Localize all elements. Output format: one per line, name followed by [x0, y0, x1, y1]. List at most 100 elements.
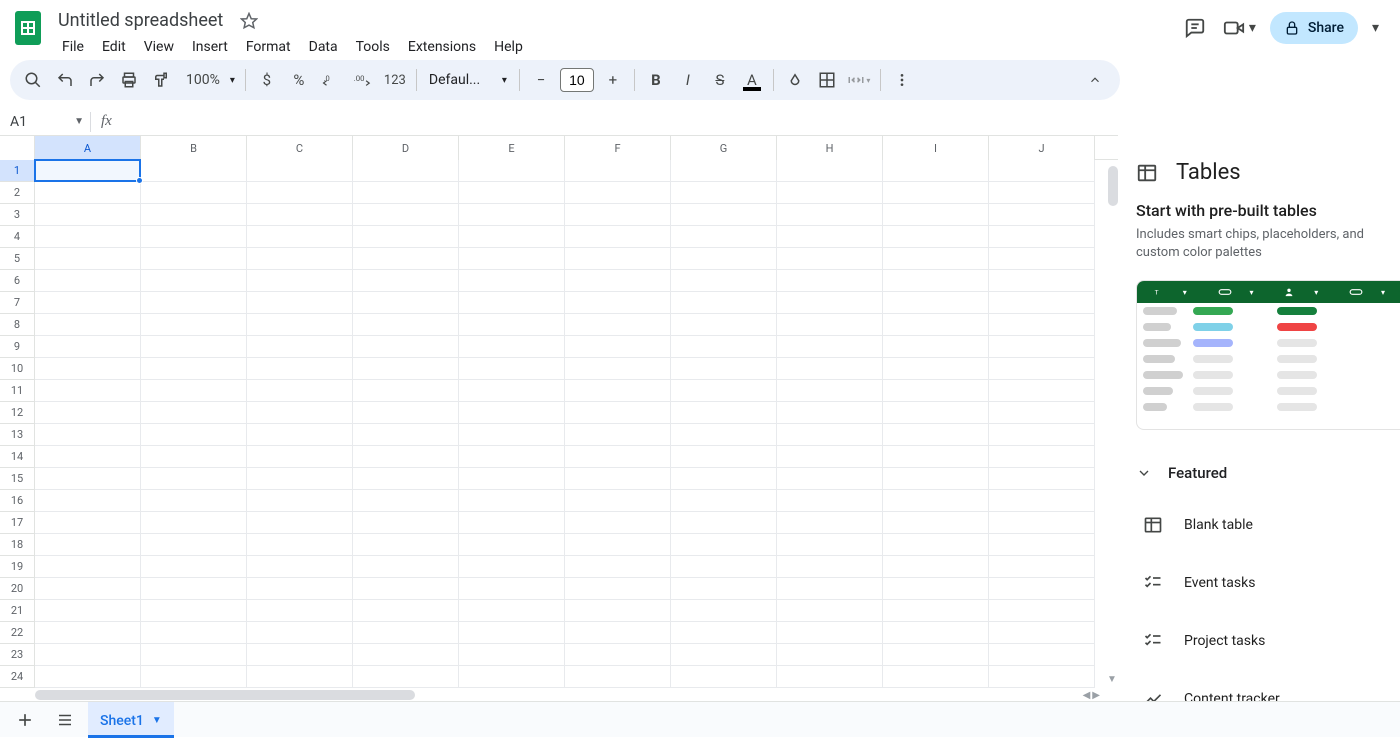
cell[interactable]	[989, 402, 1095, 424]
cell[interactable]	[35, 600, 141, 622]
decrease-font-size-button[interactable]: −	[526, 65, 556, 95]
cell[interactable]	[565, 512, 671, 534]
cell[interactable]	[989, 358, 1095, 380]
cell[interactable]	[247, 336, 353, 358]
cell[interactable]	[353, 468, 459, 490]
cell[interactable]	[353, 512, 459, 534]
cell[interactable]	[459, 644, 565, 666]
col-head[interactable]: B	[141, 136, 247, 160]
percent-format-button[interactable]: %	[284, 65, 314, 95]
cell[interactable]	[883, 292, 989, 314]
cell[interactable]	[883, 380, 989, 402]
collapse-toolbar-icon[interactable]	[1080, 65, 1110, 95]
cell[interactable]	[777, 248, 883, 270]
currency-format-button[interactable]: $	[252, 65, 282, 95]
cell[interactable]	[671, 556, 777, 578]
cell[interactable]	[883, 622, 989, 644]
cell[interactable]	[353, 248, 459, 270]
zoom-dropdown[interactable]: 100% ▾	[178, 65, 239, 95]
cell[interactable]	[459, 204, 565, 226]
cell[interactable]	[35, 402, 141, 424]
cell[interactable]	[353, 314, 459, 336]
cell[interactable]	[777, 380, 883, 402]
fill-color-icon[interactable]	[780, 65, 810, 95]
meet-button[interactable]: ▾	[1223, 17, 1256, 39]
text-color-button[interactable]: A	[737, 65, 767, 95]
cell[interactable]	[883, 666, 989, 688]
redo-icon[interactable]	[82, 65, 112, 95]
row-head[interactable]: 3	[0, 204, 35, 226]
cell[interactable]	[353, 336, 459, 358]
cell[interactable]	[141, 490, 247, 512]
cell[interactable]	[989, 248, 1095, 270]
cell[interactable]	[141, 600, 247, 622]
cell[interactable]	[353, 226, 459, 248]
cell[interactable]	[671, 248, 777, 270]
cell[interactable]	[883, 336, 989, 358]
cell[interactable]	[671, 160, 777, 182]
cell[interactable]	[247, 578, 353, 600]
cell[interactable]	[777, 490, 883, 512]
cell[interactable]	[353, 446, 459, 468]
font-size-input[interactable]	[560, 68, 594, 92]
template-project-tasks[interactable]: Project tasks	[1118, 612, 1400, 670]
cell[interactable]	[459, 292, 565, 314]
scroll-down-arrow-icon[interactable]: ▼	[1106, 673, 1118, 685]
cell[interactable]	[459, 314, 565, 336]
cell[interactable]	[989, 534, 1095, 556]
cell[interactable]	[247, 512, 353, 534]
cell[interactable]	[459, 358, 565, 380]
cell[interactable]	[35, 644, 141, 666]
cell[interactable]	[565, 204, 671, 226]
cell[interactable]	[353, 380, 459, 402]
cell[interactable]	[883, 182, 989, 204]
featured-section-header[interactable]: Featured	[1118, 450, 1400, 496]
strikethrough-button[interactable]: S	[705, 65, 735, 95]
row-head[interactable]: 8	[0, 314, 35, 336]
cell[interactable]	[247, 490, 353, 512]
cell[interactable]	[989, 204, 1095, 226]
cell[interactable]	[353, 270, 459, 292]
cell[interactable]	[883, 490, 989, 512]
add-sheet-button[interactable]	[8, 705, 42, 735]
cell[interactable]	[565, 622, 671, 644]
cell[interactable]	[883, 358, 989, 380]
cell[interactable]	[989, 292, 1095, 314]
cell[interactable]	[989, 578, 1095, 600]
cell[interactable]	[565, 182, 671, 204]
cell[interactable]	[353, 534, 459, 556]
cell[interactable]	[141, 182, 247, 204]
cell[interactable]	[459, 226, 565, 248]
vertical-scrollbar[interactable]	[1108, 166, 1118, 206]
cell[interactable]	[459, 578, 565, 600]
cell[interactable]	[247, 666, 353, 688]
cell[interactable]	[247, 556, 353, 578]
cell[interactable]	[989, 226, 1095, 248]
cell[interactable]	[989, 600, 1095, 622]
increase-font-size-button[interactable]: +	[598, 65, 628, 95]
cell[interactable]	[35, 666, 141, 688]
cell[interactable]	[989, 424, 1095, 446]
cell[interactable]	[353, 644, 459, 666]
cell[interactable]	[247, 644, 353, 666]
cell[interactable]	[141, 380, 247, 402]
cell[interactable]	[35, 512, 141, 534]
more-formats-button[interactable]: 123	[380, 65, 410, 95]
cell[interactable]	[35, 490, 141, 512]
cell[interactable]	[565, 490, 671, 512]
cell[interactable]	[141, 446, 247, 468]
comment-history-icon[interactable]	[1181, 14, 1209, 42]
cell[interactable]	[247, 622, 353, 644]
cell[interactable]	[883, 248, 989, 270]
cell[interactable]	[565, 380, 671, 402]
cell[interactable]	[35, 182, 141, 204]
cell[interactable]	[35, 248, 141, 270]
cell[interactable]	[777, 292, 883, 314]
cell[interactable]	[883, 270, 989, 292]
row-head[interactable]: 22	[0, 622, 35, 644]
cell[interactable]	[353, 424, 459, 446]
cell[interactable]	[565, 270, 671, 292]
cell[interactable]	[883, 314, 989, 336]
cell[interactable]	[883, 600, 989, 622]
cell[interactable]	[353, 160, 459, 182]
